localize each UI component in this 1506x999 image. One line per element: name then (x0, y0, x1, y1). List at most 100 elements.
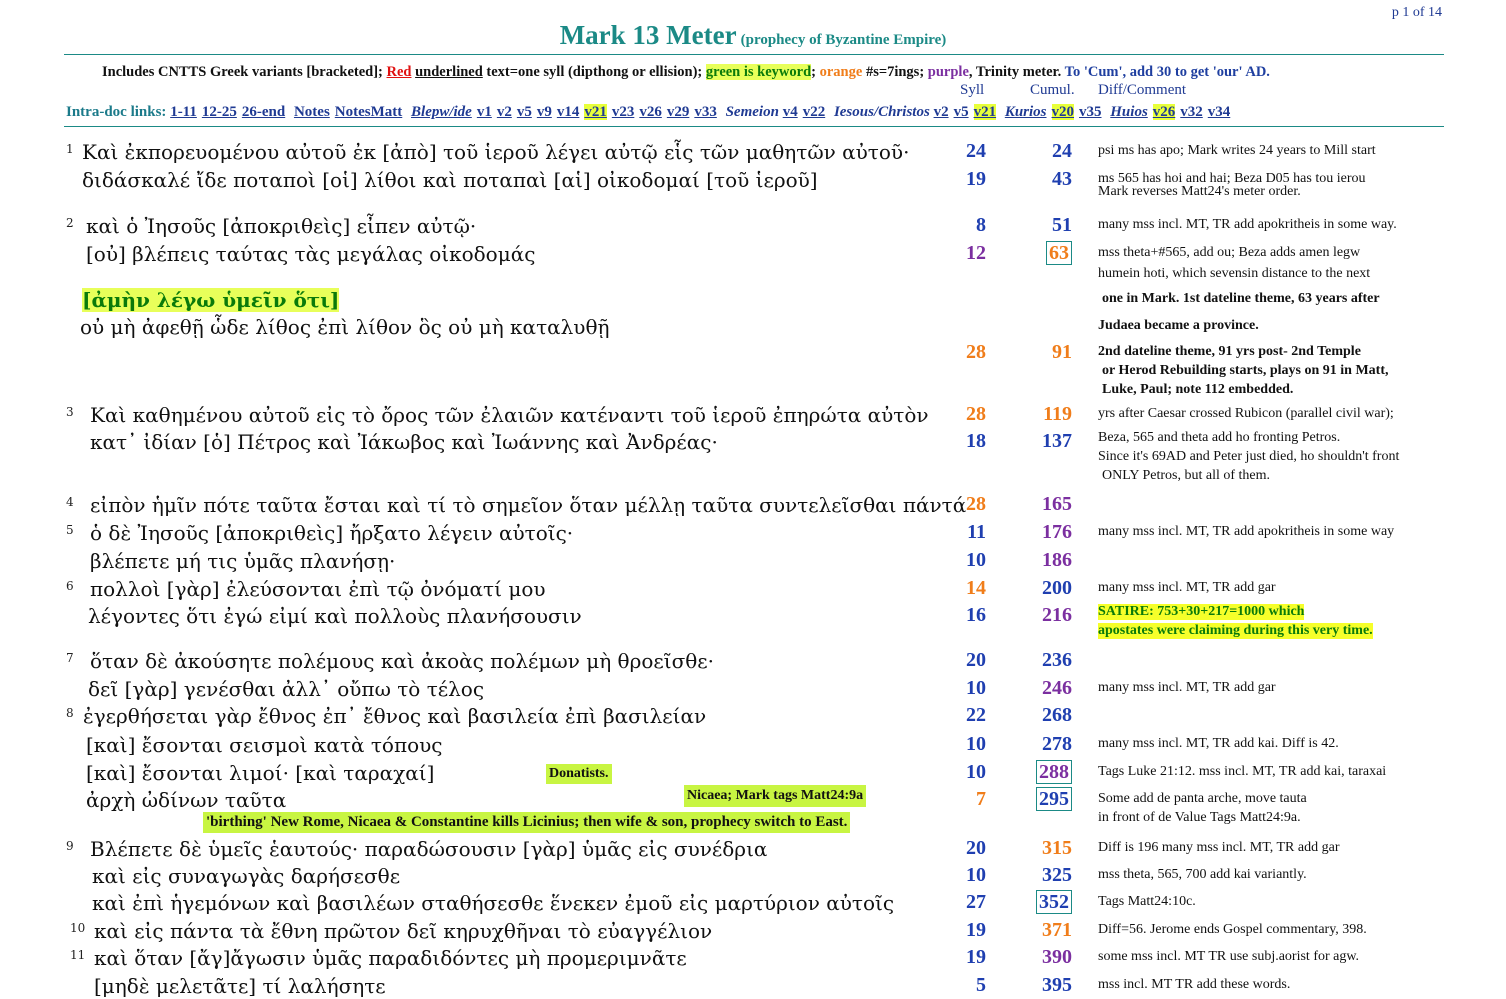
comment-line: mss theta, 565, 700 add kai variantly. (1098, 867, 1307, 882)
verse-number: 9 (66, 839, 74, 853)
link-1-11[interactable]: 1-11 (170, 104, 197, 120)
comment-line: 2nd dateline theme, 91 yrs post- 2nd Tem… (1098, 344, 1361, 359)
greek-line: βλέπετε μή τις ὑμᾶς πλανήσῃ· (90, 549, 396, 573)
intra-doc-links: Intra-doc links: 1-11 12-25 26-end Notes No… (66, 104, 1235, 121)
link-huios[interactable]: Huios (1110, 104, 1148, 120)
cumulative-count: 43 (1024, 168, 1072, 191)
legend-text-2: text=one syll (dipthong or ellision); (482, 64, 706, 80)
syllable-count: 5 (976, 974, 986, 996)
link-blepw-v29[interactable]: v29 (667, 104, 690, 120)
cumulative-value: 288 (1036, 760, 1072, 784)
link-blepw-v33[interactable]: v33 (694, 104, 717, 120)
link-blepw-v1[interactable]: v1 (477, 104, 492, 120)
greek-line: δεῖ [γὰρ] γενέσθαι ἀλλ᾽ οὔπω τὸ τέλος (88, 677, 485, 701)
cumulative-value: 119 (1043, 403, 1072, 425)
legend-text-3: ; (811, 64, 820, 80)
cumulative-count: 352 (1024, 890, 1072, 914)
cumulative-value: 236 (1042, 649, 1072, 671)
links-label: Intra-doc links: (66, 104, 167, 120)
greek-line: ὁ δὲ Ἰησοῦς [ἀποκριθεὶς] ἤρξατο λέγειν α… (90, 521, 574, 545)
verse-number: 1 (66, 142, 74, 156)
link-notesmatt[interactable]: NotesMatt (335, 104, 402, 120)
cumulative-value: 63 (1046, 241, 1072, 265)
legend-text-1: Includes CNTTS Greek variants [bracketed… (102, 64, 387, 80)
greek-line: καὶ εἰς συναγωγὰς δαρήσεσθε (92, 864, 401, 888)
cumulative-count: 51 (1024, 214, 1072, 237)
cumulative-value: 91 (1052, 341, 1072, 363)
cumulative-value: 371 (1042, 919, 1072, 941)
link-kurios-v20[interactable]: v20 (1051, 104, 1075, 120)
link-blepw-v26[interactable]: v26 (639, 104, 662, 120)
syllable-count: 10 (966, 677, 986, 699)
link-semeion-v4[interactable]: v4 (783, 104, 798, 120)
comment-line: Tags Luke 21:12. mss incl. MT, TR add ka… (1098, 764, 1387, 779)
link-blepw-v23[interactable]: v23 (612, 104, 635, 120)
greek-line: [καὶ] ἔσονται σεισμοὶ κατὰ τόπους (86, 733, 443, 757)
cumulative-count: 288 (1024, 760, 1072, 784)
verse-number: 2 (66, 216, 74, 230)
greek-line: [καὶ] ἔσονται λιμοί· [καὶ ταραχαί] (86, 761, 435, 785)
greek-line: καὶ ὅταν [ἄγ]ἄγωσιν ὑμᾶς παραδιδόντες μὴ… (94, 946, 687, 970)
cumulative-count: 278 (1024, 733, 1072, 756)
syllable-count: 20 (966, 837, 986, 859)
greek-line: [μηδὲ μελετᾶτε] τί λαλήσητε (94, 974, 386, 998)
link-huios-v32[interactable]: v32 (1180, 104, 1203, 120)
link-iesous-v21[interactable]: v21 (973, 104, 997, 120)
verse-number: 7 (66, 651, 74, 665)
verse-number: 3 (66, 405, 74, 419)
greek-line: εἰπὸν ἡμῖν πότε ταῦτα ἔσται καὶ τί τὸ ση… (90, 493, 967, 517)
link-iesous-v5[interactable]: v5 (954, 104, 969, 120)
cumulative-count: 176 (1024, 521, 1072, 544)
legend-text-6: To 'Cum', add 30 to get 'our' AD. (1064, 64, 1270, 80)
cumulative-count: 216 (1024, 604, 1072, 627)
title-rule (64, 54, 1444, 55)
comment-line: some mss incl. MT TR use subj.aorist for… (1098, 949, 1360, 964)
link-kurios-v35[interactable]: v35 (1079, 104, 1102, 120)
cumulative-count: 63 (1024, 241, 1072, 265)
link-notes[interactable]: Notes (294, 104, 330, 120)
greek-line: καὶ ἐπὶ ἡγεμόνων καὶ βασιλέων σταθήσεσθε… (92, 891, 895, 915)
link-12-25[interactable]: 12-25 (202, 104, 237, 120)
link-iesous-v2[interactable]: v2 (934, 104, 949, 120)
comment-line: or Herod Rebuilding starts, plays on 91 … (1102, 363, 1389, 378)
verse-number: 10 (70, 921, 86, 935)
verse-number: 4 (66, 495, 74, 509)
greek-line: Καὶ καθημένου αὐτοῦ εἰς τὸ ὄρος τῶν ἐλαι… (90, 403, 929, 427)
link-huios-v34[interactable]: v34 (1208, 104, 1231, 120)
syllable-count: 28 (966, 341, 986, 363)
link-26-end[interactable]: 26-end (242, 104, 285, 120)
greek-line: κατ᾽ ἰδίαν [ὁ] Πέτρος καὶ Ἰάκωβος καὶ Ἰω… (90, 430, 718, 454)
syllable-count: 8 (976, 214, 986, 236)
link-blepw-v9[interactable]: v9 (537, 104, 552, 120)
link-blepw-v5[interactable]: v5 (517, 104, 532, 120)
link-blepw-v21[interactable]: v21 (584, 104, 607, 120)
link-kurios[interactable]: Kurios (1005, 104, 1047, 120)
syllable-count: 19 (966, 168, 986, 190)
cumulative-value: 186 (1042, 549, 1072, 571)
link-blepw-v2[interactable]: v2 (497, 104, 512, 120)
legend-orange: orange (819, 64, 863, 80)
link-huios-v26[interactable]: v26 (1152, 104, 1176, 120)
cumulative-value: 137 (1042, 430, 1072, 452)
link-blepw-v14[interactable]: v14 (557, 104, 580, 120)
verse-number: 11 (70, 948, 86, 962)
comment-line: Diff=56. Jerome ends Gospel commentary, … (1098, 922, 1367, 937)
link-blepw-ide[interactable]: Blepw/ide (411, 104, 472, 120)
cumulative-count: 200 (1024, 577, 1072, 600)
cumulative-count: 295 (1024, 787, 1072, 811)
syllable-count: 19 (966, 919, 986, 941)
comment-line: yrs after Caesar crossed Rubicon (parall… (1098, 406, 1394, 421)
cumulative-value: 176 (1042, 521, 1072, 543)
cumulative-count: 119 (1024, 403, 1072, 426)
cumulative-value: 395 (1042, 974, 1072, 996)
syllable-count: 10 (966, 864, 986, 886)
cumulative-count: 91 (1024, 341, 1072, 364)
cumulative-value: 295 (1036, 787, 1072, 811)
syllable-count: 10 (966, 761, 986, 783)
greek-line: πολλοὶ [γὰρ] ἐλεύσονται ἐπὶ τῷ ὀνόματί μ… (90, 577, 546, 601)
comment-line: many mss incl. MT, TR add apokritheis in… (1098, 217, 1397, 232)
title-subtitle: (prophecy of Byzantine Empire) (740, 32, 947, 48)
greek-line: Καὶ ἐκπορευομένου αὐτοῦ ἐκ [ἀπὸ] τοῦ ἱερ… (82, 140, 910, 164)
link-semeion-v22[interactable]: v22 (803, 104, 826, 120)
greek-line: λέγοντες ὅτι ἐγώ εἰμί καὶ πολλοὺς πλανήσ… (88, 604, 582, 628)
